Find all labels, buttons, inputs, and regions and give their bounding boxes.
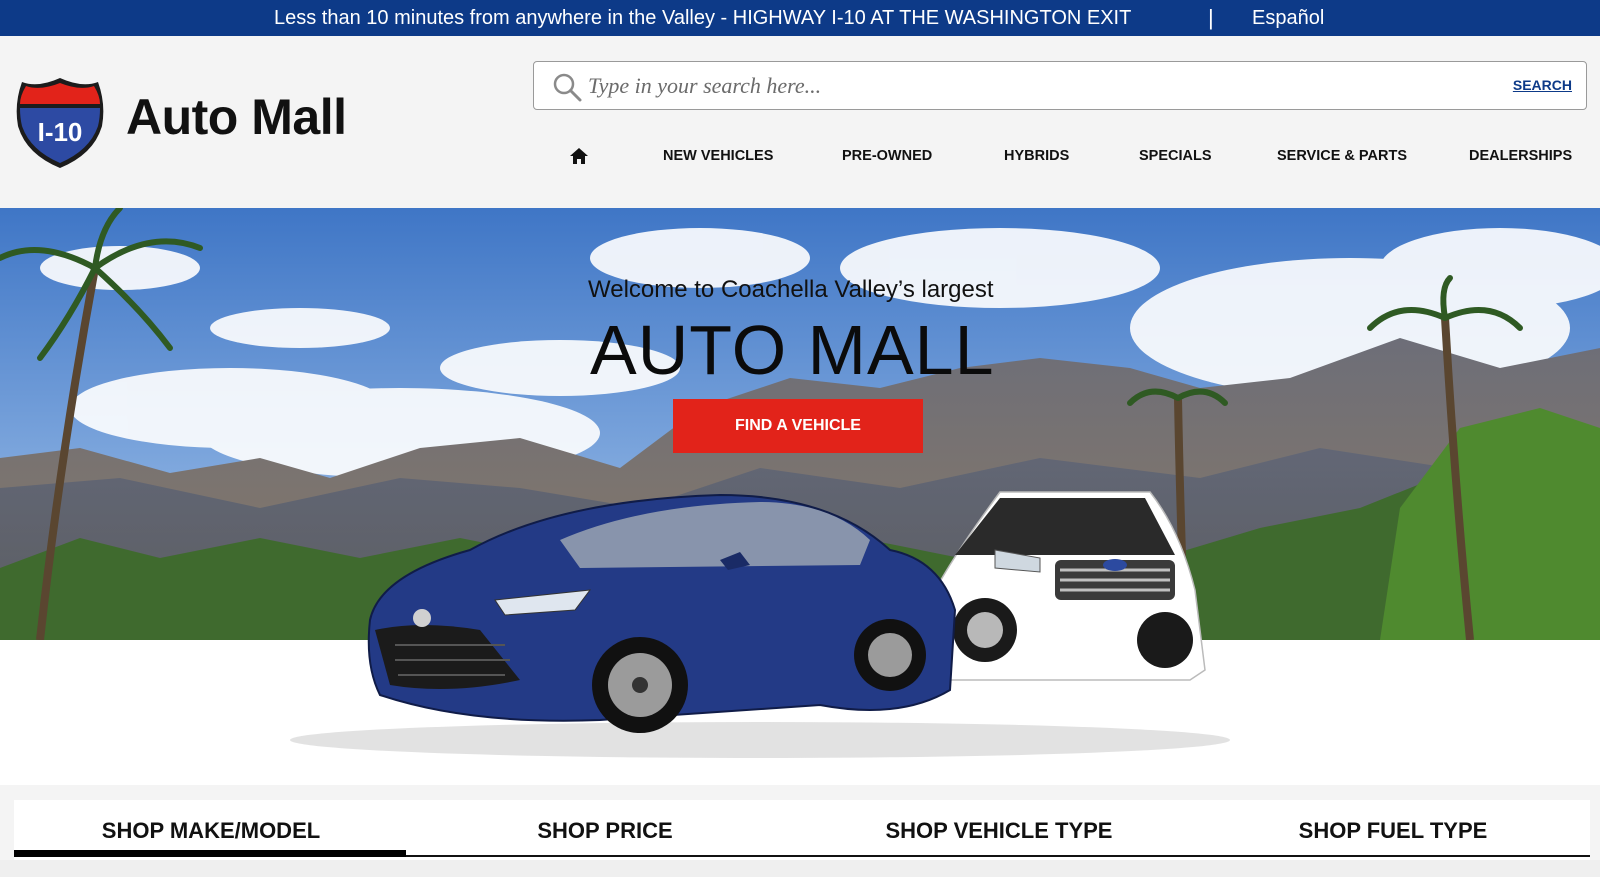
announcement-separator: | bbox=[1208, 5, 1214, 30]
content-edge bbox=[0, 860, 1600, 877]
search-input[interactable] bbox=[588, 68, 1488, 104]
search-button[interactable]: SEARCH bbox=[1513, 77, 1572, 93]
site-header: I-10 Auto Mall SEARCH NEW VEHICLES PRE-O… bbox=[0, 36, 1600, 208]
nav-service-parts[interactable]: SERVICE & PARTS bbox=[1277, 148, 1407, 164]
nav-new-vehicles[interactable]: NEW VEHICLES bbox=[663, 148, 773, 164]
tab-shop-vehicle-type[interactable]: SHOP VEHICLE TYPE bbox=[802, 818, 1196, 844]
nav-hybrids[interactable]: HYBRIDS bbox=[1004, 148, 1069, 164]
home-icon[interactable] bbox=[569, 146, 589, 166]
nav-dealerships[interactable]: DEALERSHIPS bbox=[1469, 148, 1572, 164]
white-suv-icon bbox=[919, 491, 1206, 681]
shop-tabs: SHOP MAKE/MODEL SHOP PRICE SHOP VEHICLE … bbox=[14, 800, 1590, 860]
active-tab-indicator bbox=[14, 850, 406, 857]
find-vehicle-button[interactable]: FIND A VEHICLE bbox=[673, 399, 923, 453]
search-bar: SEARCH bbox=[533, 61, 1587, 110]
tab-shop-price[interactable]: SHOP PRICE bbox=[408, 818, 802, 844]
nav-specials[interactable]: SPECIALS bbox=[1139, 148, 1212, 164]
tab-shop-fuel-type[interactable]: SHOP FUEL TYPE bbox=[1196, 818, 1590, 844]
nav-pre-owned[interactable]: PRE-OWNED bbox=[842, 148, 932, 164]
announcement-bar: Less than 10 minutes from anywhere in th… bbox=[0, 0, 1600, 36]
hero-title: AUTO MALL bbox=[590, 311, 995, 389]
search-icon[interactable] bbox=[552, 72, 582, 102]
tab-shop-make-model[interactable]: SHOP MAKE/MODEL bbox=[14, 818, 408, 844]
language-link[interactable]: Español bbox=[1252, 7, 1324, 30]
blue-sedan-icon bbox=[367, 493, 957, 733]
main-nav: NEW VEHICLES PRE-OWNED HYBRIDS SPECIALS … bbox=[0, 146, 1600, 170]
featured-cars-image bbox=[290, 491, 1230, 758]
announcement-text: Less than 10 minutes from anywhere in th… bbox=[274, 7, 1132, 29]
shield-text: I-10 bbox=[38, 117, 83, 147]
hero-tagline: Welcome to Coachella Valley’s largest bbox=[588, 276, 994, 303]
site-name[interactable]: Auto Mall bbox=[126, 88, 347, 146]
